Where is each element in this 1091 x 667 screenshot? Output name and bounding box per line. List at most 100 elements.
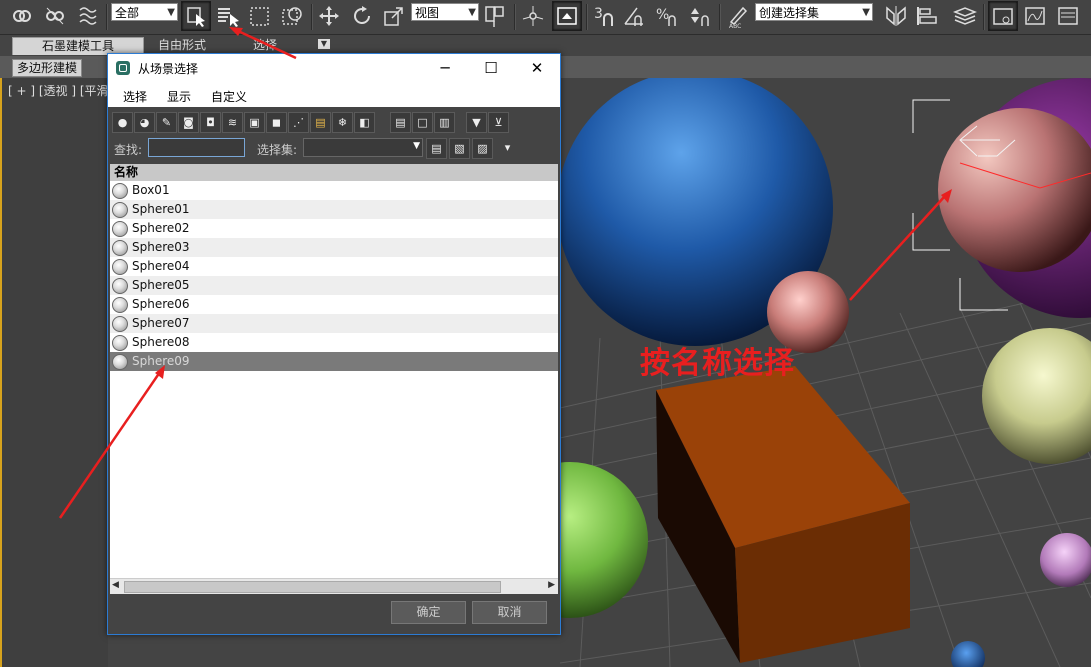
cancel-button[interactable]: 取消 xyxy=(472,601,547,624)
select-from-scene-dialog: 从场景选择 ─ ☐ ✕ 选择 显示 自定义 ● ◕ ✎ ◙ ◘ ≋ ▣ ◼ ⋰ … xyxy=(107,53,561,635)
chevron-down-icon: ▼ xyxy=(468,7,476,18)
more-options-icon[interactable]: ▾ xyxy=(498,138,517,157)
geometry-filter-icon[interactable]: ● xyxy=(112,112,133,133)
horizontal-scrollbar[interactable]: ◀ ▶ xyxy=(110,578,558,594)
object-geometry-icon xyxy=(112,240,128,256)
rect-region-icon[interactable] xyxy=(246,2,274,30)
viewport-label[interactable]: [ + ] [透视 ] [平滑 xyxy=(8,82,109,99)
select-invert-icon[interactable]: ▥ xyxy=(434,112,455,133)
frozen-filter-icon[interactable]: ❄ xyxy=(332,112,353,133)
edit-set-icon[interactable]: ▨ xyxy=(472,138,493,159)
selection-filter-value: 全部 xyxy=(115,6,140,20)
named-selection-set-dropdown[interactable]: 创建选择集 ▼ xyxy=(755,3,873,21)
object-geometry-icon xyxy=(112,278,128,294)
list-item[interactable]: Sphere09 xyxy=(110,352,558,371)
list-item[interactable]: Sphere01 xyxy=(110,200,558,219)
list-item[interactable]: Sphere08 xyxy=(110,333,558,352)
find-input[interactable] xyxy=(148,138,245,157)
list-item[interactable]: Sphere04 xyxy=(110,257,558,276)
pivot-icon[interactable] xyxy=(481,2,509,30)
cameras-filter-icon[interactable]: ◙ xyxy=(178,112,199,133)
scale-icon[interactable] xyxy=(380,2,408,30)
select-manipulate-icon[interactable] xyxy=(519,2,547,30)
sphere-green[interactable] xyxy=(560,462,648,618)
sphere-yellow[interactable] xyxy=(982,328,1091,464)
selection-set-label: 选择集: xyxy=(257,143,298,157)
menu-display[interactable]: 显示 xyxy=(167,88,191,105)
edit-named-sets-icon[interactable]: ABC xyxy=(723,2,751,30)
align-icon[interactable] xyxy=(913,2,941,30)
scroll-right-icon[interactable]: ▶ xyxy=(548,580,555,590)
selection-set-dropdown[interactable]: ▼ xyxy=(303,138,423,157)
filter-options-icon[interactable]: ⊻ xyxy=(488,112,509,133)
select-by-name-icon[interactable] xyxy=(214,2,242,30)
minimize-icon[interactable]: ─ xyxy=(422,54,468,83)
object-geometry-icon xyxy=(112,183,128,199)
menu-customize[interactable]: 自定义 xyxy=(211,88,247,105)
list-item[interactable]: Sphere06 xyxy=(110,295,558,314)
window-crossing-icon[interactable] xyxy=(278,2,306,30)
main-toolbar: 全部 ▼ 视图 ▼ 3 % ABC 创建选择集 ▼ xyxy=(0,0,1091,35)
keyboard-shortcut-icon[interactable] xyxy=(552,1,582,31)
chevron-down-icon: ▼ xyxy=(413,141,420,151)
polygon-modeling-tab[interactable]: 多边形建模 xyxy=(12,59,83,77)
ok-button[interactable]: 确定 xyxy=(391,601,466,624)
object-geometry-icon xyxy=(112,202,128,218)
lights-filter-icon[interactable]: ✎ xyxy=(156,112,177,133)
sphere-selected-pink[interactable] xyxy=(938,108,1091,272)
rotate-icon[interactable] xyxy=(348,2,376,30)
bones-filter-icon[interactable]: ⋰ xyxy=(288,112,309,133)
material-editor-icon[interactable] xyxy=(1054,2,1082,30)
select-all-icon[interactable]: ▤ xyxy=(390,112,411,133)
selection-filter-dropdown[interactable]: 全部 ▼ xyxy=(111,3,178,21)
sphere-small-blue[interactable] xyxy=(951,641,985,667)
list-item-label: Sphere04 xyxy=(132,259,190,273)
add-to-set-icon[interactable]: ▤ xyxy=(426,138,447,159)
tab-freeform[interactable]: 自由形式 xyxy=(148,37,216,54)
layer-manager-icon[interactable] xyxy=(951,2,979,30)
unlink-icon[interactable] xyxy=(41,2,69,30)
containers-filter-icon[interactable]: ▤ xyxy=(310,112,331,133)
close-icon[interactable]: ✕ xyxy=(514,54,560,83)
find-row: 查找: 选择集: ▼ ▤ ▧ ▨ ▾ xyxy=(108,136,560,160)
filter-icon[interactable]: ▼ xyxy=(466,112,487,133)
shapes-filter-icon[interactable]: ◕ xyxy=(134,112,155,133)
ribbon-expand-icon[interactable]: ▼ xyxy=(318,39,330,49)
column-header-name[interactable]: 名称 xyxy=(110,164,558,181)
list-item-label: Sphere08 xyxy=(132,335,190,349)
list-item[interactable]: Sphere02 xyxy=(110,219,558,238)
xrefs-filter-icon[interactable]: ◼ xyxy=(266,112,287,133)
maximize-icon[interactable]: ☐ xyxy=(468,54,514,83)
schematic-icon[interactable] xyxy=(1021,2,1049,30)
curve-editor-icon[interactable] xyxy=(988,1,1018,31)
list-item[interactable]: Sphere07 xyxy=(110,314,558,333)
svg-text:3: 3 xyxy=(594,6,603,22)
spacewarps-filter-icon[interactable]: ≋ xyxy=(222,112,243,133)
list-item[interactable]: Sphere03 xyxy=(110,238,558,257)
list-item[interactable]: Sphere05 xyxy=(110,276,558,295)
helpers-filter-icon[interactable]: ◘ xyxy=(200,112,221,133)
scroll-left-icon[interactable]: ◀ xyxy=(112,580,119,590)
sphere-lilac[interactable] xyxy=(1040,533,1091,587)
select-object-icon[interactable] xyxy=(181,1,211,31)
dialog-titlebar[interactable]: 从场景选择 ─ ☐ ✕ xyxy=(108,54,560,83)
reference-coord-dropdown[interactable]: 视图 ▼ xyxy=(411,3,479,21)
hidden-filter-icon[interactable]: ◧ xyxy=(354,112,375,133)
tab-selection[interactable]: 选择 xyxy=(243,37,287,54)
bind-spacewarp-icon[interactable] xyxy=(75,2,103,30)
viewport-left[interactable]: [ + ] [透视 ] [平滑 xyxy=(0,78,109,667)
scrollbar-thumb[interactable] xyxy=(124,581,501,593)
list-item[interactable]: Box01 xyxy=(110,181,558,200)
angle-snap-icon[interactable] xyxy=(621,2,649,30)
percent-snap-icon[interactable]: % xyxy=(653,2,681,30)
remove-from-set-icon[interactable]: ▧ xyxy=(449,138,470,159)
move-icon[interactable] xyxy=(315,2,343,30)
mirror-icon[interactable] xyxy=(882,2,910,30)
menu-select[interactable]: 选择 xyxy=(123,88,147,105)
link-icon[interactable] xyxy=(8,2,36,30)
snap-3-icon[interactable]: 3 xyxy=(590,2,618,30)
spinner-snap-icon[interactable] xyxy=(686,2,714,30)
groups-filter-icon[interactable]: ▣ xyxy=(244,112,265,133)
select-none-icon[interactable]: □ xyxy=(412,112,433,133)
ribbon-tabs: 石墨建模工具 自由形式 选择 ▼ xyxy=(0,35,1091,55)
